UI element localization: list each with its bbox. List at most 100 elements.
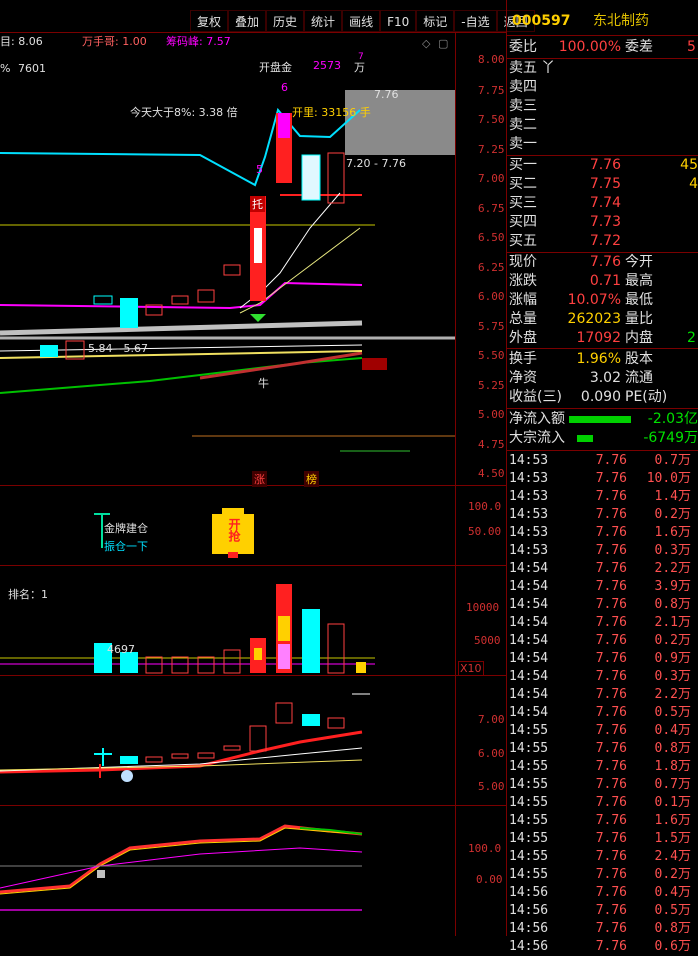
lishi-button[interactable]: 历史: [266, 10, 305, 32]
tick-price: 7.76: [595, 687, 627, 702]
flow-bar: [569, 416, 631, 423]
tick-price: 7.76: [595, 903, 627, 918]
stat-value: 7.76: [589, 254, 621, 270]
stat2-row: 净资 3.02 流通: [507, 369, 698, 388]
tick-volume: 1.6万: [654, 525, 691, 540]
stat-label: 净资: [509, 370, 537, 386]
tick-volume: 0.7万: [654, 777, 691, 792]
stat-label: PE(动): [625, 389, 668, 405]
stat-value: 2: [687, 330, 696, 346]
tick-price: 7.76: [595, 723, 627, 738]
sell-label: 卖四: [509, 79, 537, 95]
tick-price: 7.76: [595, 669, 627, 684]
kaipanjin-top: 7: [358, 52, 364, 62]
axis-sub3-label: 7.00: [478, 713, 505, 726]
tick-time: 14:54: [509, 705, 549, 720]
tick-time: 14:56: [509, 921, 549, 936]
paiming-label: 排名：1: [8, 588, 48, 601]
tick-price: 7.76: [595, 813, 627, 828]
candle: [40, 345, 58, 357]
tick-volume: 2.1万: [654, 615, 691, 630]
buy-volume: 45: [680, 157, 698, 173]
x10-badge[interactable]: X10: [458, 661, 484, 676]
stat-label: 收益(三): [509, 389, 562, 405]
f10-button[interactable]: F10: [380, 10, 417, 32]
sell-row: 卖一: [507, 135, 698, 154]
tick-row: 14:55 7.76 1.6万: [507, 812, 698, 830]
stat2-row: 换手 1.96% 股本: [507, 350, 698, 369]
tick-volume: 0.4万: [654, 885, 691, 900]
tick-time: 14:53: [509, 471, 549, 486]
chart-toolbar: 复权 叠加 历史 统计 画线 F10 标记 -自选 返回: [190, 10, 535, 32]
tick-volume: 0.8万: [654, 597, 691, 612]
axis-main-label: 7.75: [478, 84, 505, 97]
sub4-magenta-line: [0, 847, 363, 889]
tick-volume: 0.5万: [654, 903, 691, 918]
stat-row: 总量 262023 量比: [507, 310, 698, 329]
volume-bar: [171, 656, 189, 674]
stat-value: 1.96%: [576, 351, 621, 367]
five-marker: 5: [256, 163, 263, 176]
zixuan-button[interactable]: -自选: [454, 10, 497, 32]
tick-price: 7.76: [595, 777, 627, 792]
axis-sub4-label: 0.00: [476, 873, 503, 886]
divider: [507, 408, 698, 409]
buy-row: 买四 7.73: [507, 213, 698, 232]
divider: [507, 35, 698, 36]
huaxian-button[interactable]: 画线: [342, 10, 381, 32]
tick-row: 14:54 7.76 2.2万: [507, 686, 698, 704]
bang-badge: 榜: [304, 471, 319, 487]
flow-row: 大宗流入 -6749万: [507, 429, 698, 448]
volume-chart: [0, 584, 375, 674]
tick-price: 7.76: [595, 597, 627, 612]
tongji-button[interactable]: 统计: [304, 10, 343, 32]
tick-price: 7.76: [595, 795, 627, 810]
tick-row: 14:55 7.76 1.8万: [507, 758, 698, 776]
axis-main-label: 4.50: [478, 467, 505, 480]
weicha-label: 委差: [625, 39, 653, 55]
stat-label: 流通: [625, 370, 653, 386]
tick-row: 14:54 7.76 0.3万: [507, 668, 698, 686]
tick-time: 14:55: [509, 795, 549, 810]
axis-main-label: 6.25: [478, 261, 505, 274]
volume-bar: [145, 656, 163, 674]
axis-main-label: 7.25: [478, 143, 505, 156]
price-top-label: 7.76: [374, 88, 399, 101]
buy-row: 买二 7.75 4: [507, 175, 698, 194]
tick-price: 7.76: [595, 453, 627, 468]
tick-volume: 0.9万: [654, 651, 691, 666]
tick-price: 7.76: [595, 885, 627, 900]
tick-row: 14:54 7.76 0.5万: [507, 704, 698, 722]
volume-bar: [197, 656, 215, 674]
tick-list[interactable]: 14:53 7.76 0.7万 14:53 7.76 10.0万 14:53 7.76 1.4万…: [507, 452, 698, 954]
divider: [507, 450, 698, 451]
tick-time: 14:54: [509, 633, 549, 648]
tick-price: 7.76: [595, 579, 627, 594]
sell-row: 卖五丫: [507, 59, 698, 78]
tick-time: 14:56: [509, 885, 549, 900]
tick-volume: 1.8万: [654, 759, 691, 774]
axis-sub4-label: 100.0: [468, 842, 502, 855]
tick-time: 14:54: [509, 669, 549, 684]
vol-value-label: 4697: [107, 643, 135, 656]
weibi-label: 委比: [509, 39, 537, 55]
axis-sub1-label: 50.00: [468, 525, 502, 538]
axis-main-label: 4.75: [478, 438, 505, 451]
diejia-button[interactable]: 叠加: [228, 10, 267, 32]
kaipanjin-label: 开盘金: [259, 61, 292, 74]
biaoji-button[interactable]: 标记: [416, 10, 455, 32]
axis-main-label: 5.75: [478, 320, 505, 333]
axis-main-label: 5.25: [478, 379, 505, 392]
stat-value: 3.02: [589, 370, 621, 386]
kaili-label: 开里: 33156 手: [292, 106, 371, 119]
tick-price: 7.76: [595, 651, 627, 666]
candles: [40, 113, 345, 360]
tick-price: 7.76: [595, 507, 627, 522]
fuquan-button[interactable]: 复权: [190, 10, 229, 32]
tick-volume: 0.6万: [654, 939, 691, 954]
sub4-marker: [97, 870, 105, 878]
tick-time: 14:53: [509, 489, 549, 504]
ma-label: 5.84 - 5.67: [88, 342, 148, 355]
flow-bar: [577, 435, 593, 442]
tick-row: 14:54 7.76 0.8万: [507, 596, 698, 614]
